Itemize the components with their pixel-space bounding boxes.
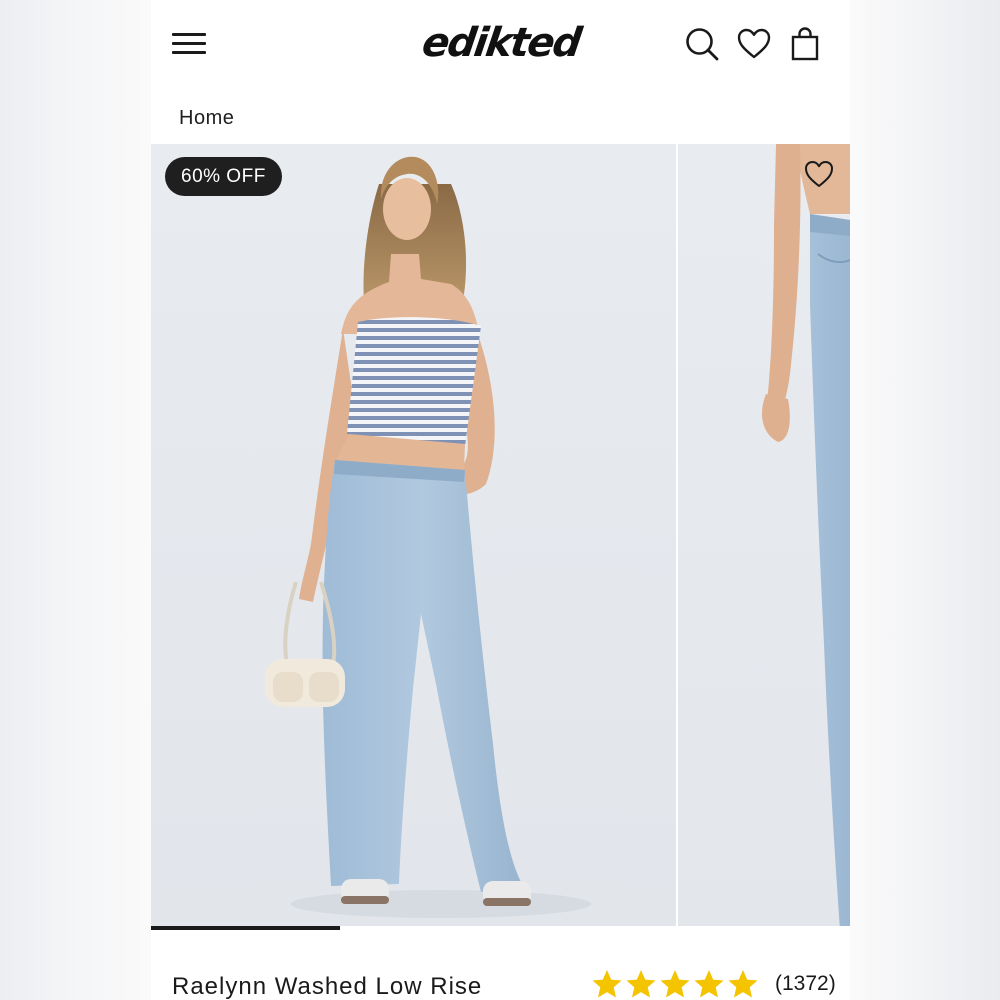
star-icon bbox=[591, 968, 623, 1000]
gallery-progress-fill bbox=[151, 926, 340, 930]
product-image-gallery[interactable]: 60% OFF bbox=[151, 144, 850, 930]
product-title: Raelynn Washed Low Rise bbox=[172, 973, 483, 1000]
brand-logo[interactable]: edikted bbox=[406, 15, 596, 71]
add-to-wishlist-heart-icon[interactable] bbox=[803, 158, 835, 190]
product-image-next[interactable] bbox=[678, 144, 850, 930]
discount-badge: 60% OFF bbox=[165, 157, 282, 196]
star-icon bbox=[727, 968, 759, 1000]
product-rating[interactable]: (1372) bbox=[591, 966, 836, 1000]
shopping-bag-icon[interactable] bbox=[787, 26, 823, 62]
rating-stars bbox=[591, 968, 761, 1000]
star-icon bbox=[625, 968, 657, 1000]
hamburger-menu-icon[interactable] bbox=[172, 33, 206, 55]
product-page: edikted Home 60% OFF Raelynn Washed Low … bbox=[151, 0, 850, 1000]
model-photo bbox=[265, 156, 591, 918]
gallery-progress-bar bbox=[151, 926, 850, 930]
star-icon bbox=[693, 968, 725, 1000]
wishlist-heart-icon[interactable] bbox=[736, 26, 772, 62]
search-icon[interactable] bbox=[684, 26, 720, 62]
model-photo-closeup bbox=[762, 144, 850, 930]
site-header: edikted bbox=[151, 0, 850, 90]
breadcrumb-home-link[interactable]: Home bbox=[179, 107, 234, 130]
star-icon bbox=[659, 968, 691, 1000]
product-image-main[interactable]: 60% OFF bbox=[151, 144, 676, 930]
review-count-link[interactable]: (1372) bbox=[775, 972, 836, 996]
